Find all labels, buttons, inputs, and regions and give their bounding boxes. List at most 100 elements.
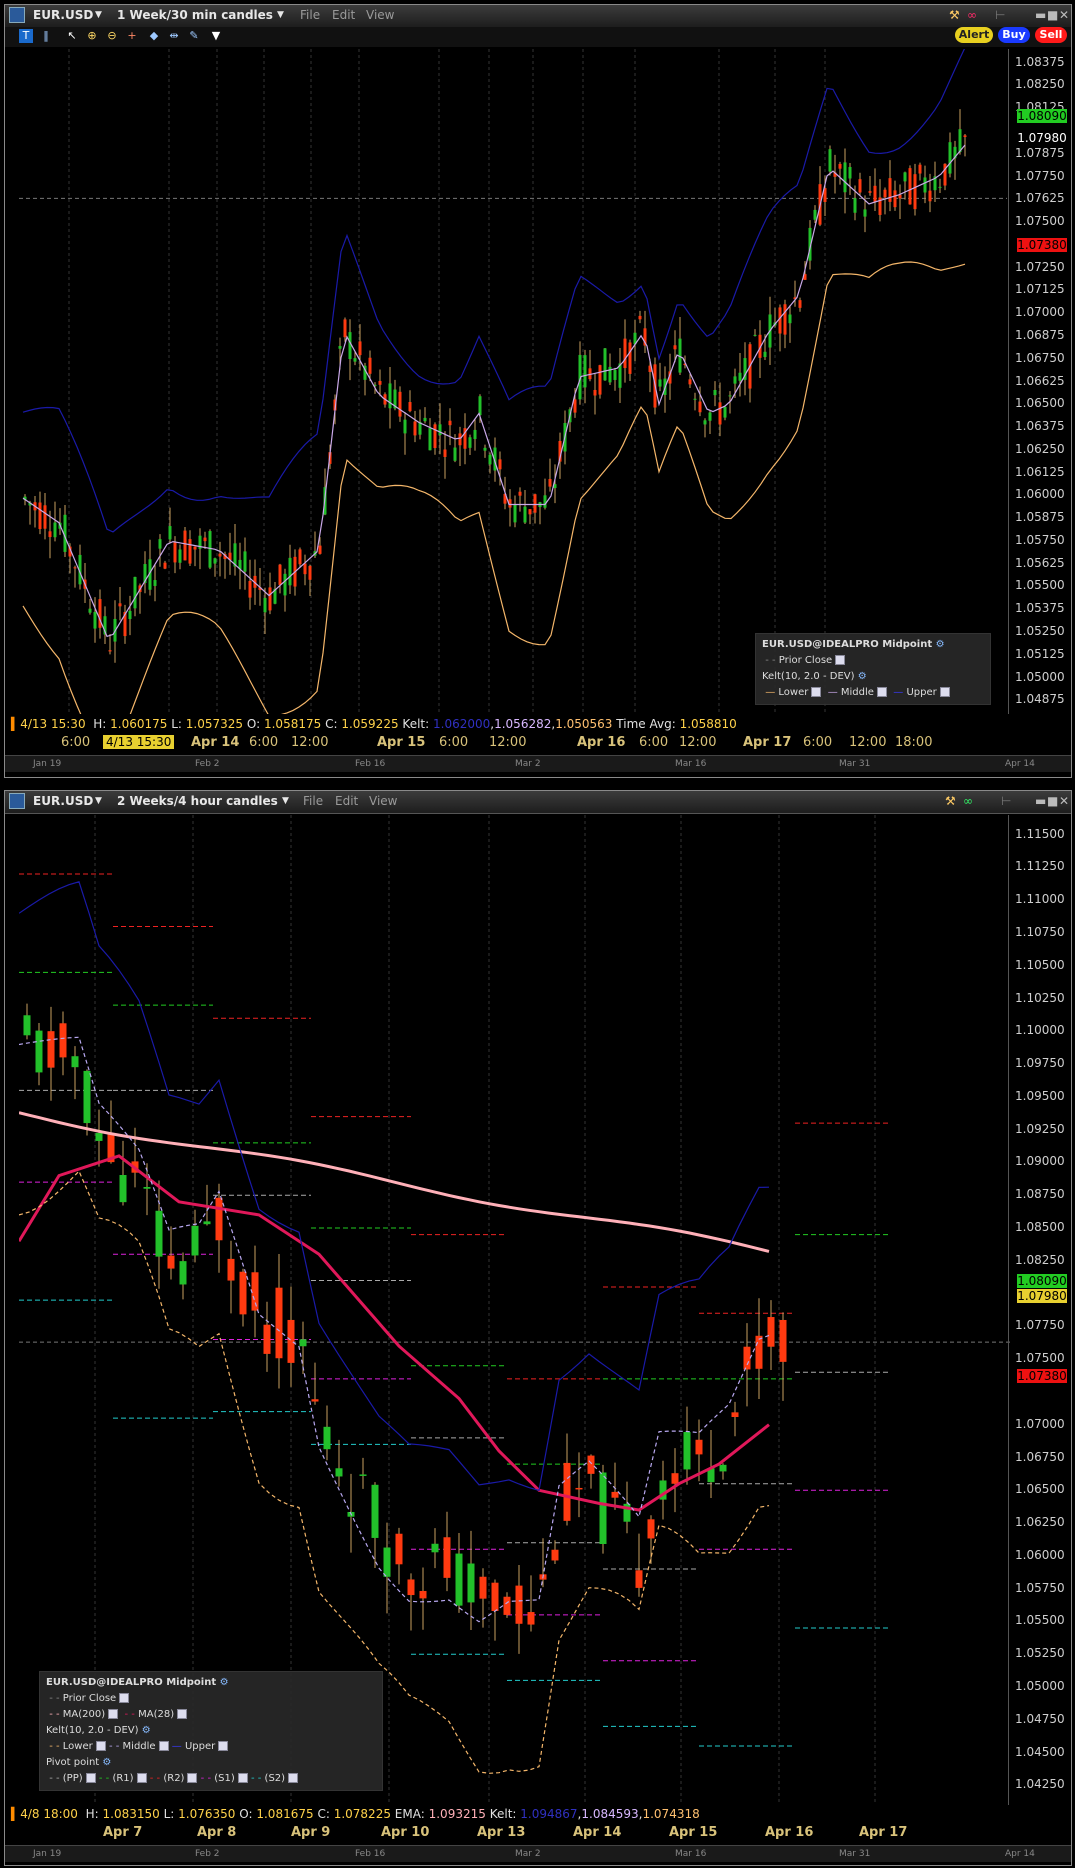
prior-close-checkbox[interactable] [835,655,846,665]
info-open: 1.081675 [256,1807,314,1821]
price-tick-label: 1.06500 [1015,396,1065,411]
wrench-icon[interactable]: ⚒ [949,8,960,22]
s1-checkbox[interactable] [237,1773,248,1783]
link-icon[interactable]: ∞ [967,8,977,22]
close-icon[interactable]: ✕ [1059,794,1069,808]
buy-button[interactable]: Buy [998,27,1030,43]
menu-view[interactable]: View [366,8,394,22]
info-open: 1.058175 [263,717,322,731]
cursor-icon[interactable]: ↖ [65,29,79,43]
upper-checkbox[interactable] [218,1741,229,1751]
legend-settings-icon[interactable]: ⚙ [220,1677,229,1688]
price-axis[interactable]: 1.08375 1.08250 1.08125 1.07875 1.07750 1.076… [1008,49,1072,714]
candle-body [48,531,52,538]
chevron-down-icon[interactable]: ▼ [95,10,102,20]
text-tool-icon[interactable]: T [19,29,33,43]
overview-navigator[interactable]: Jan 19 Feb 2 Feb 16 Mar 2 Mar 16 Mar 31 Apr 14 [5,755,1071,772]
pin-icon[interactable]: ⊢ [1001,794,1011,808]
timeframe-selector[interactable]: 1 Week/30 min candles [117,8,273,22]
legend-ma28: MA(28) [138,1709,175,1720]
prior-close-checkbox[interactable] [119,1693,130,1703]
data-info-bar: ▍4/8 18:00 H: 1.083150 L: 1.076350 O: 1.… [11,1807,700,1821]
legend-lower: Lower [778,687,809,698]
kelt-settings-icon[interactable]: ⚙ [858,671,867,682]
symbol-selector[interactable]: EUR.USD [33,8,93,22]
minimize-icon[interactable]: ▬ [1035,8,1046,22]
sell-button[interactable]: Sell [1035,27,1067,43]
candle-body [611,1491,619,1498]
candle-body [203,1221,211,1225]
candle-body [728,395,732,397]
lower-checkbox[interactable] [811,687,822,697]
zoom-out-icon[interactable]: ⊖ [105,29,119,43]
zoom-in-icon[interactable]: ⊕ [85,29,99,43]
price-tick-label: 1.04750 [1015,1711,1065,1726]
menu-edit[interactable]: Edit [335,794,358,808]
price-tick-label: 1.11250 [1015,859,1065,874]
upper-checkbox[interactable] [939,687,950,697]
overview-navigator[interactable]: Jan 19 Feb 2 Feb 16 Mar 2 Mar 16 Mar 31 Apr 14 [5,1845,1071,1862]
price-tick-label: 1.06000 [1015,487,1065,502]
crosshair-icon[interactable]: + [125,29,139,43]
candle-body [658,379,662,387]
candle-body [718,402,722,425]
r2-checkbox[interactable] [187,1773,198,1783]
split-icon[interactable]: ⇹ [167,29,181,43]
chevron-down-icon[interactable]: ▼ [95,796,102,806]
menu-file[interactable]: File [300,8,320,22]
symbol-selector[interactable]: EUR.USD [33,794,93,808]
candle-body [548,479,552,487]
price-axis[interactable]: 1.11500 1.11250 1.11000 1.10750 1.10500 1.102… [1008,815,1072,1805]
candle-body [193,546,197,550]
candle-body [813,209,817,220]
alert-button[interactable]: Alert [955,27,993,43]
candle-body [473,429,477,440]
ma200-checkbox[interactable] [108,1709,119,1719]
close-icon[interactable]: ✕ [1059,8,1069,22]
bars-tool-icon[interactable]: ‖ [39,29,53,43]
maximize-icon[interactable]: ■ [1047,8,1058,22]
kelt-settings-icon[interactable]: ⚙ [142,1725,151,1736]
middle-checkbox[interactable] [876,687,887,697]
candle-body [23,1015,31,1036]
chevron-down-icon[interactable]: ▼ [277,10,284,20]
time-tick-label: Apr 14 [573,1825,622,1840]
menu-edit[interactable]: Edit [332,8,355,22]
price-chart[interactable] [19,49,1007,714]
maximize-icon[interactable]: ■ [1047,794,1058,808]
candle-body [798,300,802,308]
pin-icon[interactable]: ⊢ [995,8,1005,22]
price-tick-label: 1.07750 [1015,168,1065,183]
legend-settings-icon[interactable]: ⚙ [936,639,945,650]
menu-view[interactable]: View [369,794,397,808]
chart-legend: EUR.USD@IDEALPRO Midpoint ⚙ - - Prior Cl… [39,1671,383,1791]
timeframe-selector[interactable]: 2 Weeks/4 hour candles [117,794,278,808]
price-chart[interactable] [19,815,1012,1805]
dropdown-icon[interactable]: ▼ [209,29,223,43]
ma28-checkbox[interactable] [177,1709,188,1719]
r1-checkbox[interactable] [136,1773,147,1783]
candle-body [733,376,737,384]
candle-body [188,539,192,564]
time-tick-label: 6:00 [439,735,469,750]
chevron-down-icon[interactable]: ▼ [282,796,289,806]
candle-body [283,573,287,596]
candle-body [628,342,632,374]
lower-checkbox[interactable] [95,1741,106,1751]
time-axis[interactable]: Apr 7 Apr 8 Apr 9 Apr 10 Apr 13 Apr 14 Apr 15 A… [19,1825,1012,1843]
candle-body [843,162,847,193]
wrench-icon[interactable]: ⚒ [945,794,956,808]
scroll-icon[interactable]: ◆ [147,29,161,43]
pp-checkbox[interactable] [85,1773,96,1783]
minimize-icon[interactable]: ▬ [1035,794,1046,808]
pivot-settings-icon[interactable]: ⚙ [102,1757,111,1768]
tools-icon[interactable]: ✎ [187,29,201,43]
candle-body [388,383,392,409]
candle-body [575,1487,583,1490]
link-icon[interactable]: ∞ [963,794,973,808]
middle-checkbox[interactable] [158,1741,169,1751]
candle-body [583,355,587,388]
menu-file[interactable]: File [303,794,323,808]
last-price-tag: 1.07980 [1017,1289,1067,1303]
s2-checkbox[interactable] [288,1773,299,1783]
